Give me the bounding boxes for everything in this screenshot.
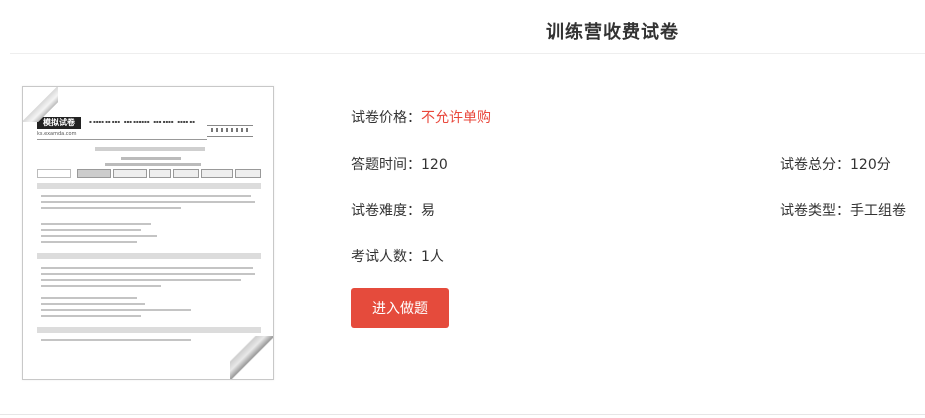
page-title: 训练营收费试卷 bbox=[546, 22, 679, 43]
footer-divider bbox=[0, 414, 925, 415]
time-label: 答题时间： bbox=[351, 157, 421, 173]
price-value: 不允许单购 bbox=[421, 110, 491, 126]
paper-text-line bbox=[41, 229, 141, 231]
paper-rule bbox=[37, 139, 207, 140]
paper-text-line bbox=[41, 195, 251, 197]
paper-meta-line: ▪ ▪▪▪▪ ▪▪ ▪▪▪ ▪▪▪ ▪▪▪▪▪▪ ▪▪▪ ▪▪▪▪ ▪▪▪▪ ▪… bbox=[89, 119, 195, 124]
paper-subheading bbox=[121, 157, 181, 160]
paper-section-band bbox=[37, 253, 261, 259]
difficulty-label: 试卷难度： bbox=[351, 203, 421, 219]
paper-section-band bbox=[37, 183, 261, 189]
paper-text-line bbox=[41, 273, 255, 275]
enter-exam-button[interactable]: 进入做题 bbox=[351, 288, 449, 328]
paper-text-line bbox=[41, 235, 157, 237]
time-row: 答题时间：120 bbox=[351, 154, 448, 174]
paper-text-line bbox=[41, 285, 161, 287]
paper-ornament bbox=[207, 125, 253, 137]
difficulty-row: 试卷难度：易 bbox=[351, 200, 435, 220]
paper-subheading bbox=[105, 163, 201, 166]
paper-heading bbox=[95, 147, 205, 151]
paper-text-line bbox=[41, 279, 241, 281]
paper-preview-image: 模拟试卷 ks.examda.com ▪ ▪▪▪▪ ▪▪ ▪▪▪ ▪▪▪ ▪▪▪… bbox=[22, 86, 274, 380]
type-label: 试卷类型： bbox=[780, 203, 850, 219]
paper-section-band bbox=[37, 327, 261, 333]
paper-text-line bbox=[41, 241, 137, 243]
type-row: 试卷类型：手工组卷 bbox=[780, 200, 906, 220]
paper-text-line bbox=[41, 201, 255, 203]
people-value: 1人 bbox=[421, 249, 444, 265]
people-label: 考试人数： bbox=[351, 249, 421, 265]
time-value: 120 bbox=[421, 157, 448, 173]
paper-text-line bbox=[41, 303, 145, 305]
page-curl-bottom-right bbox=[230, 336, 273, 379]
score-row: 试卷总分：120分 bbox=[780, 154, 891, 174]
score-label: 试卷总分： bbox=[780, 157, 850, 173]
header-divider bbox=[10, 53, 925, 54]
paper-text-line bbox=[41, 339, 191, 341]
paper-site: ks.examda.com bbox=[37, 131, 77, 137]
type-value: 手工组卷 bbox=[850, 203, 906, 219]
price-label: 试卷价格： bbox=[351, 110, 421, 126]
paper-thumbnail: 模拟试卷 ks.examda.com ▪ ▪▪▪▪ ▪▪ ▪▪▪ ▪▪▪ ▪▪▪… bbox=[22, 86, 274, 380]
paper-text-line bbox=[41, 315, 141, 317]
price-row: 试卷价格：不允许单购 bbox=[351, 107, 491, 127]
paper-text-line bbox=[41, 309, 191, 311]
paper-text-line bbox=[41, 223, 151, 225]
score-value: 120分 bbox=[850, 157, 891, 173]
paper-text-line bbox=[41, 297, 137, 299]
page-curl-top-left bbox=[23, 87, 58, 122]
difficulty-value: 易 bbox=[421, 203, 435, 219]
paper-tabs bbox=[37, 169, 261, 178]
people-row: 考试人数：1人 bbox=[351, 246, 444, 266]
paper-text-line bbox=[41, 267, 253, 269]
paper-text-line bbox=[41, 207, 181, 209]
